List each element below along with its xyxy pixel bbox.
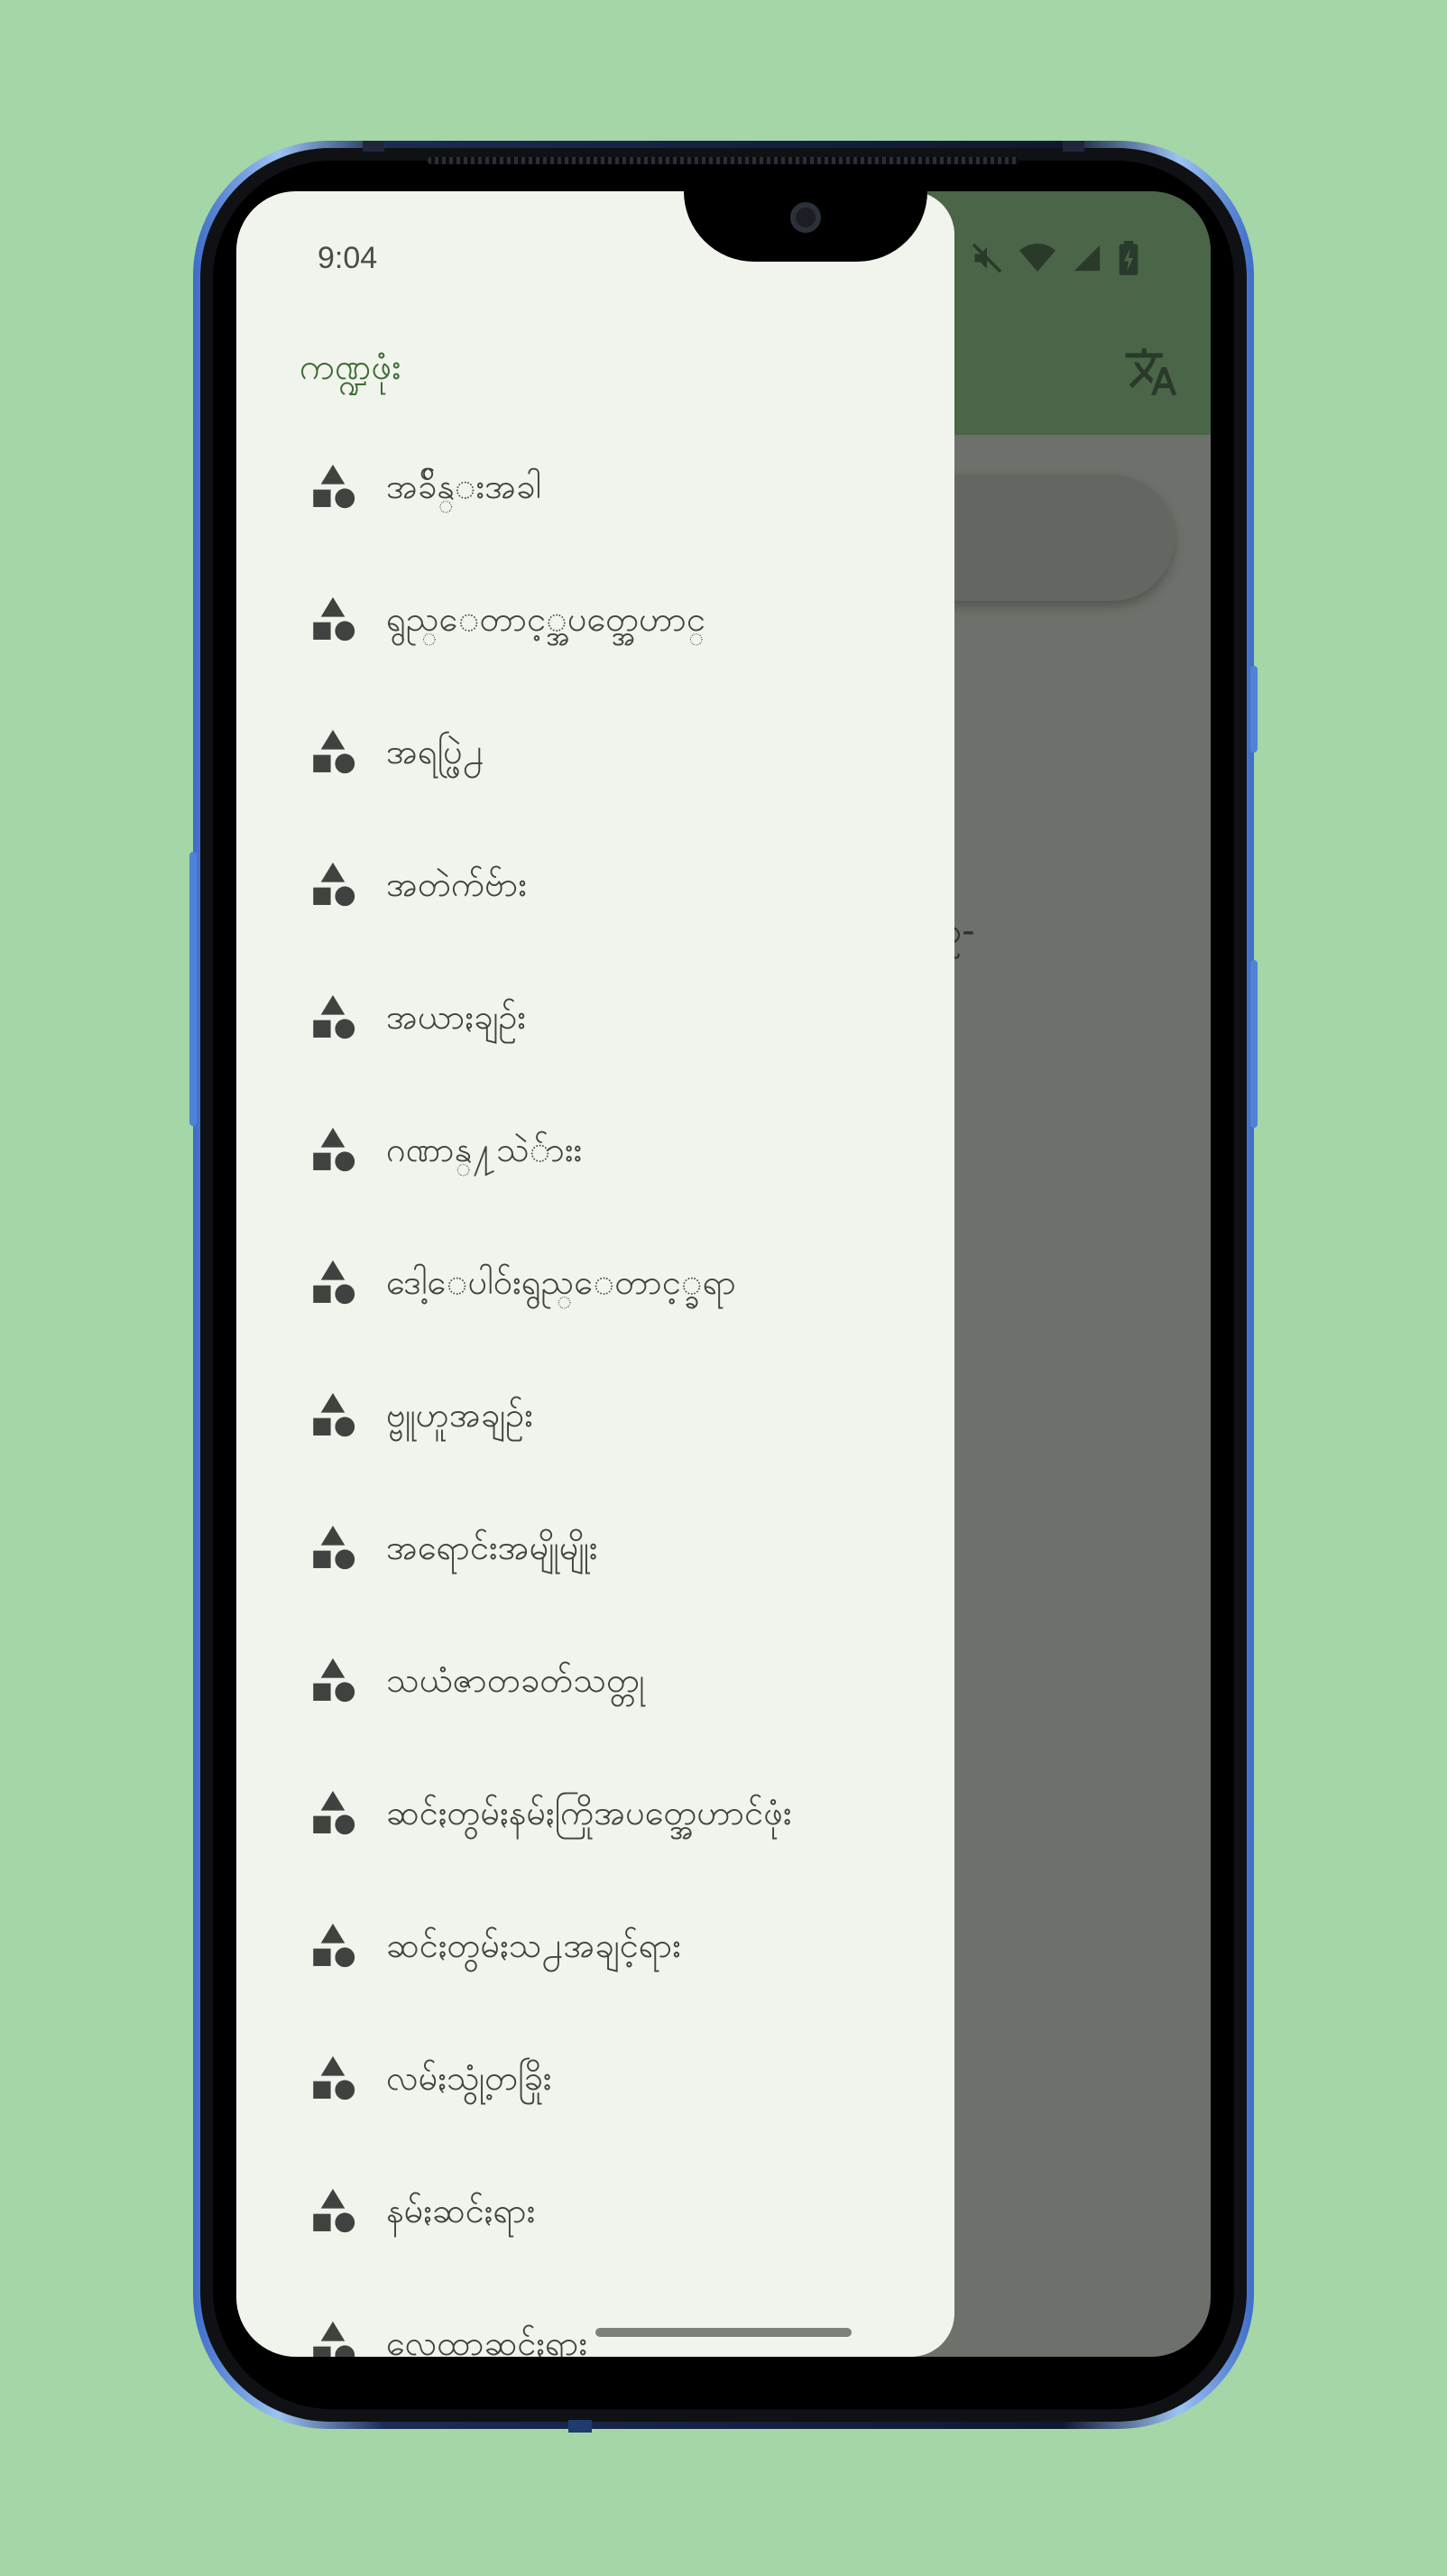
drawer-item-label: ဆင်ႏတွမ်ႏနမ်ႏကြိုအပတ္အေဟာင်ဖုံး [386,1793,792,1833]
gesture-navigation-bar[interactable] [595,2328,852,2337]
antenna-line [1063,141,1084,152]
drawer-item-label: နမ်ႏဆင်ႏရား [386,2191,536,2230]
drawer-item[interactable]: ဒေါ့ေပါဝ်းရွည္ေတာင့္ခရာ [236,1218,954,1351]
category-shapes-icon [313,1525,355,1570]
category-shapes-icon [313,1127,355,1172]
drawer-item[interactable]: အရပ္ဖြဲ႕ [236,688,954,820]
drawer-item[interactable]: အယာႏချဥ်း [236,953,954,1085]
category-shapes-icon [313,2055,355,2101]
category-shapes-icon [313,2188,355,2233]
category-shapes-icon [313,1790,355,1835]
drawer-item-label: အရောင်းအမျိုမျိုး [386,1528,598,1567]
category-shapes-icon [313,1657,355,1703]
battery-charging-icon [1119,241,1138,275]
drawer-item-label: လမ်ႏသွုံ့တခြိုး [386,2058,552,2098]
antenna-line [363,141,384,152]
drawer-item[interactable]: ဆင်ႏတွမ်ႏနမ်ႏကြိုအပတ္အေဟာင်ဖုံး [236,1749,954,1881]
drawer-item-label: အခ်ိန္းအခါ [386,466,541,506]
drawer-item[interactable]: အခ်ိန္းအခါ [236,422,954,555]
drawer-item-label: လေ့ထာ့ဆင်ႏရား [386,2323,588,2357]
left-side-button [189,852,197,1126]
status-time: 9:04 [318,241,378,275]
drawer-item[interactable]: နမ်ႏဆင်ႏရား [236,2147,954,2279]
drawer-item[interactable]: ဆင်ႏတွမ်ႏသ႕အချင့်ရား [236,1881,954,2014]
category-shapes-icon [313,1923,355,1968]
drawer-item[interactable]: လမ်ႏသွုံ့တခြိုး [236,2014,954,2147]
category-shapes-icon [313,729,355,774]
category-shapes-icon [313,2321,355,2357]
volume-button [1250,666,1258,752]
usb-port [568,2420,592,2433]
category-shapes-icon [313,464,355,509]
drawer-item[interactable]: ဗ္ဗူဟူအချဥ်း [236,1351,954,1483]
status-icons [971,231,1138,285]
category-shapes-icon [313,596,355,642]
screen: ဥ- 9:04 ကဏ္ဍဖုံး အခ်ိန္းအခါ ရွည္ေတာင့္အပ… [236,191,1211,2357]
drawer-item-list: အခ်ိန္းအခါ ရွည္ေတာင့္အပတ္အေဟာင္ အရပ္ဖြဲ႕… [236,422,954,2357]
drawer-item[interactable]: ဂဏာန္႔သဲ်ားး [236,1085,954,1218]
drawer-item-label: အတဲက်ဗ်ား [386,864,528,904]
drawer-item[interactable]: သယံဇာတခတ်သတ္တု [236,1616,954,1749]
category-shapes-icon [313,994,355,1039]
drawer-item-label: အရပ္ဖြဲ႕ [386,732,484,771]
cell-signal-icon [1074,245,1101,272]
drawer-item-label: ဗ္ဗူဟူအချဥ်း [386,1395,533,1435]
category-shapes-icon [313,862,355,907]
earpiece-speaker [428,157,1019,164]
front-camera [790,202,821,233]
drawer-item-label: ဆင်ႏတွမ်ႏသ႕အချင့်ရား [386,1925,681,1965]
category-shapes-icon [313,1392,355,1437]
drawer-item[interactable]: အတဲက်ဗ်ား [236,820,954,953]
power-button [1250,960,1258,1128]
drawer-item[interactable]: ရွည္ေတာင့္အပတ္အေဟာင္ [236,555,954,688]
wifi-icon [1019,244,1055,272]
drawer-title: ကဏ္ဍဖုံး [300,346,401,388]
drawer-item-label: အယာႏချဥ်း [386,997,527,1037]
drawer-item-label: သယံဇာတခတ်သတ္တု [386,1660,645,1700]
translate-icon [1125,348,1177,395]
translate-button[interactable] [1119,339,1184,404]
drawer-item-label: ဒေါ့ေပါဝ်းရွည္ေတာင့္ခရာ [386,1262,737,1302]
drawer-item[interactable]: အရောင်းအမျိုမျိုး [236,1483,954,1616]
mute-icon [972,243,1002,273]
drawer-item[interactable]: လေ့ထာ့ဆင်ႏရား [236,2279,954,2357]
drawer-item-label: ရွည္ေတာင့္အပတ္အေဟာင္ [386,599,706,639]
category-shapes-icon [313,1260,355,1305]
navigation-drawer: 9:04 ကဏ္ဍဖုံး အခ်ိန္းအခါ ရွည္ေတာင့္အပတ္အ… [236,191,954,2357]
drawer-item-label: ဂဏာန္႔သဲ်ားး [386,1130,583,1169]
